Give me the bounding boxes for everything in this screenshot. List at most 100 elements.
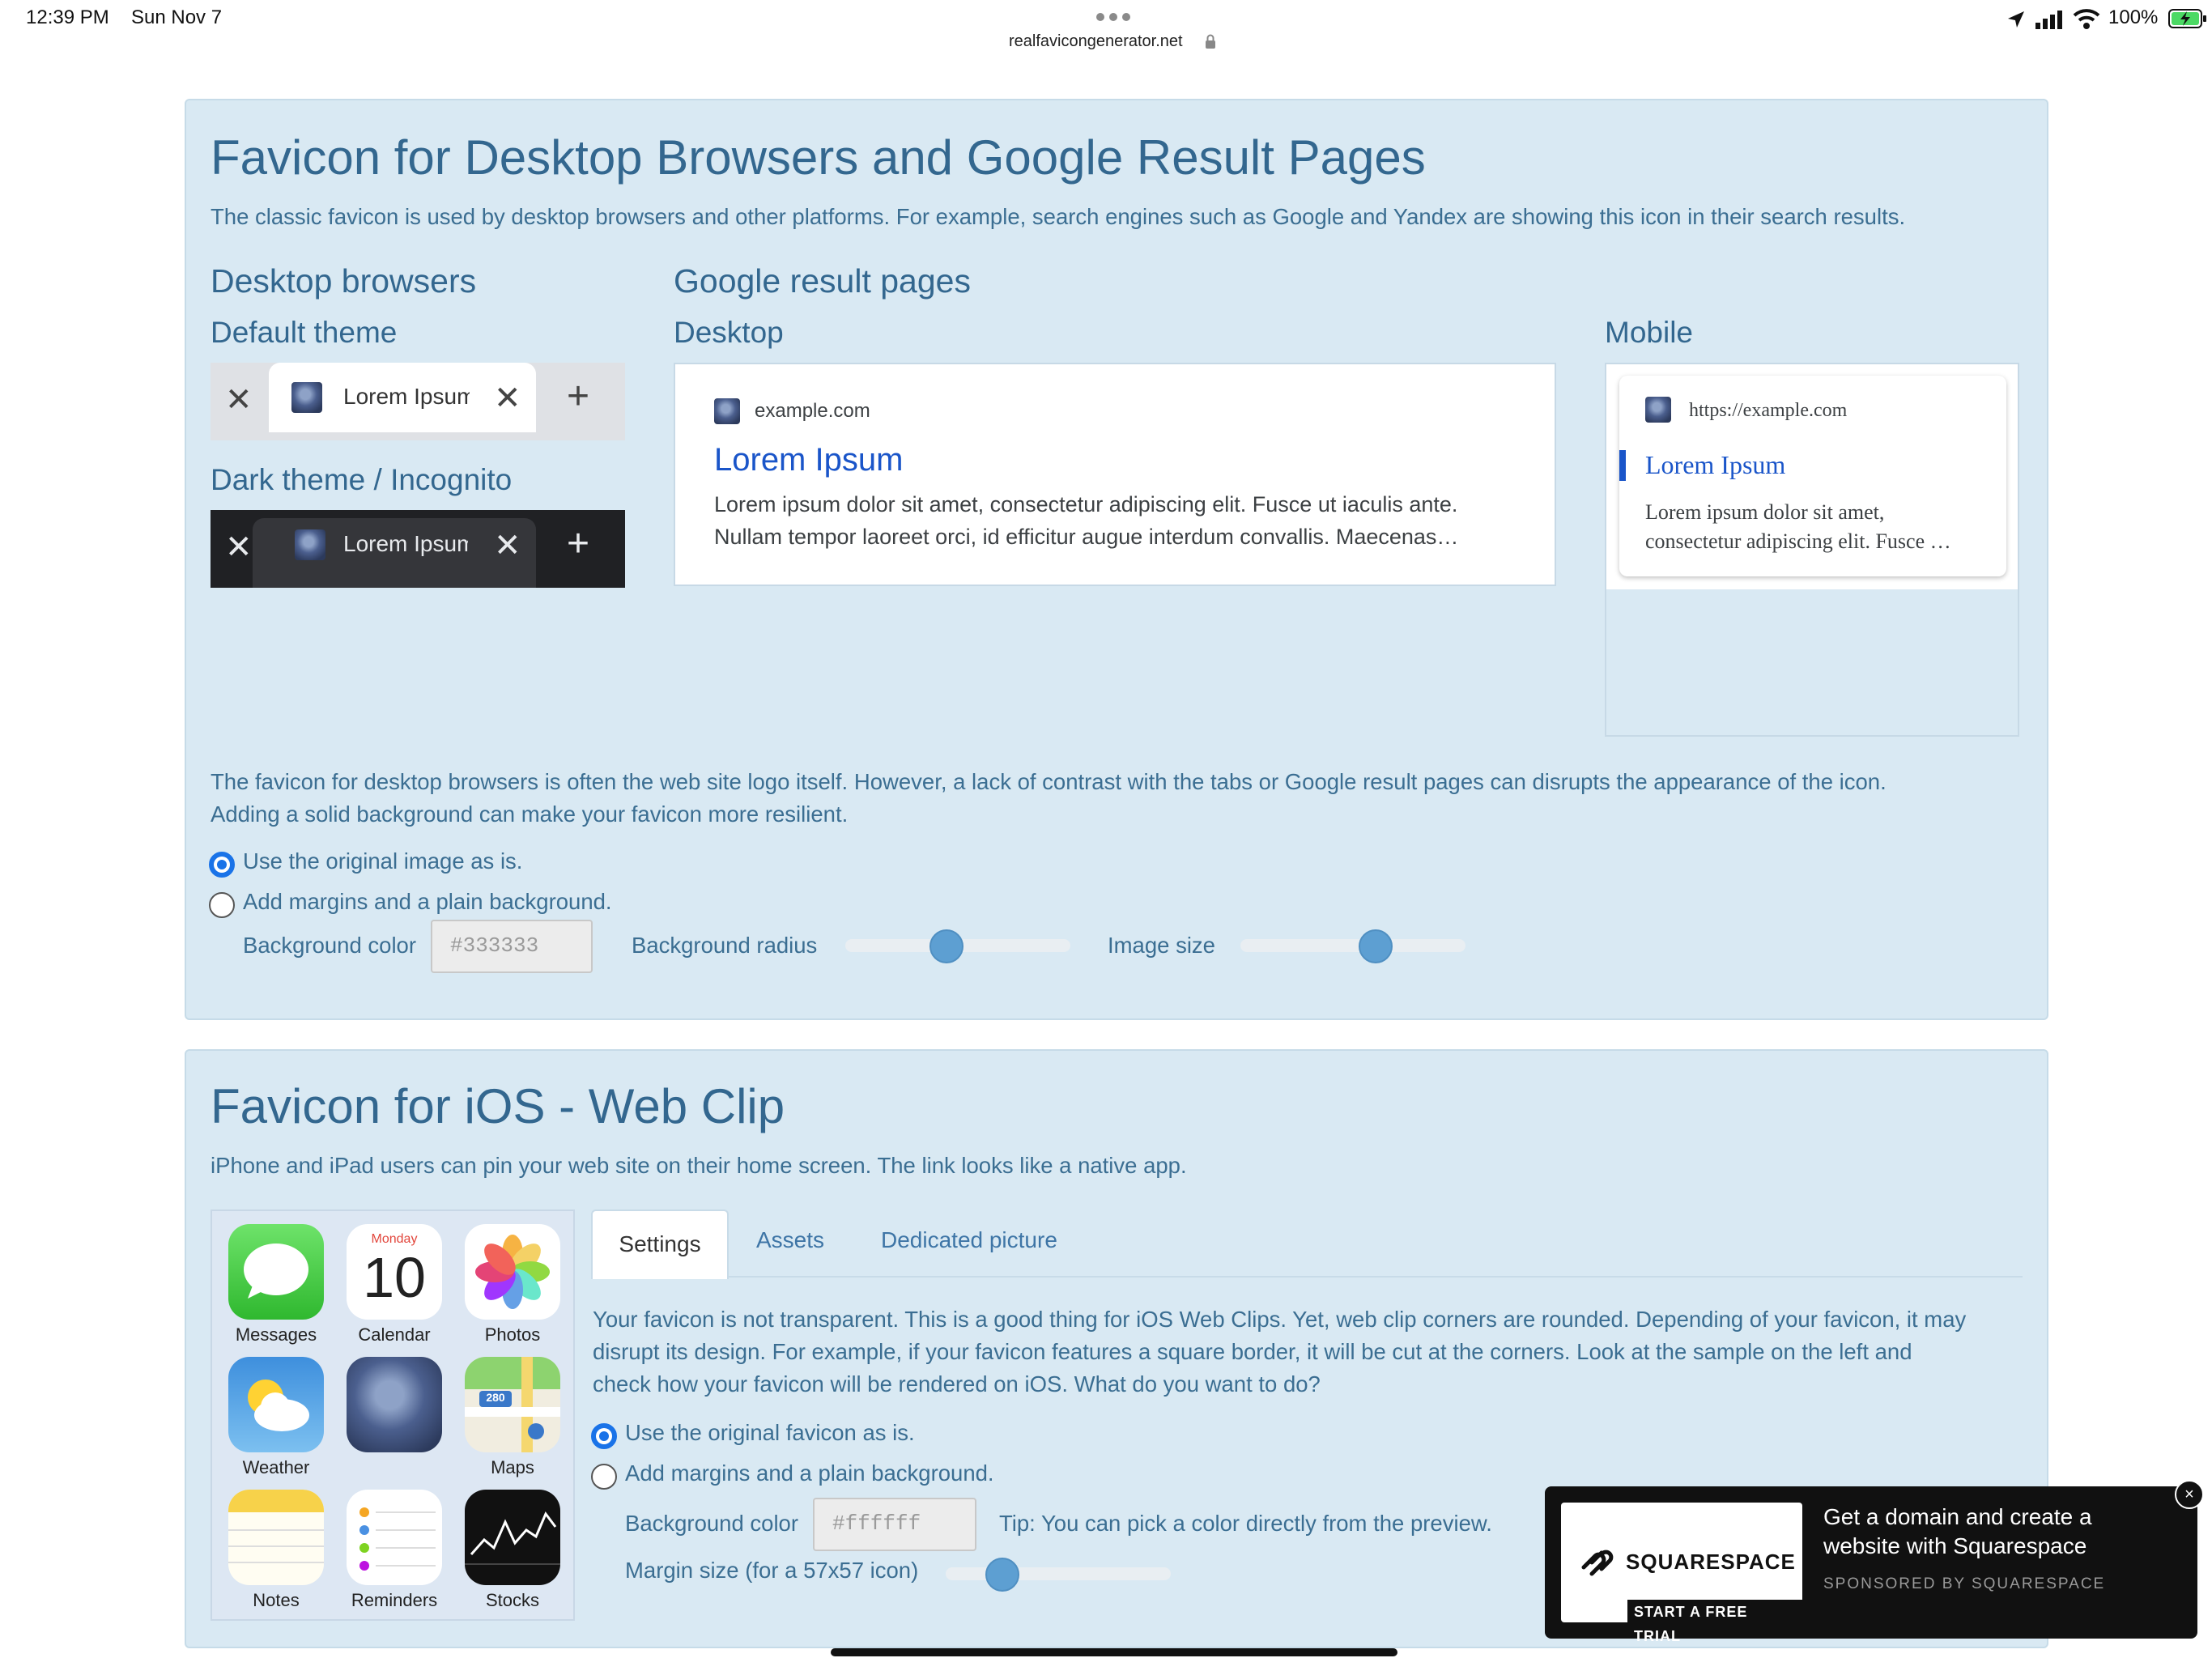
location-arrow-icon	[2006, 10, 2026, 29]
desktop-note-line2: Adding a solid background can make your …	[211, 801, 849, 827]
favicon-icon	[291, 382, 322, 413]
ios-bg-color-input[interactable]: #ffffff	[813, 1498, 976, 1551]
battery-charging-icon	[2168, 8, 2207, 29]
ios-info-line3: check how your favicon will be rendered …	[593, 1371, 1321, 1397]
mobile-result-url: https://example.com	[1689, 400, 1848, 421]
app-label: Stocks	[485, 1590, 540, 1610]
dark-theme-label: Dark theme / Incognito	[211, 463, 513, 496]
lock-icon	[1205, 34, 1216, 49]
messages-icon	[228, 1224, 324, 1320]
app-label: Notes	[253, 1590, 300, 1610]
close-icon[interactable]: ✕	[225, 384, 253, 416]
google-desktop-result-card: example.com Lorem Ipsum Lorem ipsum dolo…	[674, 363, 1556, 586]
squarespace-ad[interactable]: SQUARESPACE START A FREE TRIAL Get a dom…	[1545, 1486, 2197, 1644]
ad-logo-box: SQUARESPACE START A FREE TRIAL	[1561, 1503, 1802, 1644]
result-snippet-line1: Lorem ipsum dolor sit amet, consectetur …	[714, 492, 1458, 517]
option-original-label[interactable]: Use the original image as is.	[243, 845, 522, 878]
bg-color-input[interactable]: #333333	[431, 920, 593, 973]
highway-badge: 280	[486, 1391, 505, 1404]
desktop-section-title: Favicon for Desktop Browsers and Google …	[211, 130, 1426, 185]
bg-radius-label: Background radius	[632, 933, 818, 958]
ad-brand: SQUARESPACE	[1626, 1550, 1796, 1574]
ios-section-description: iPhone and iPad users can pin your web s…	[211, 1153, 1187, 1178]
app-label: Photos	[484, 1324, 541, 1345]
address-url[interactable]: realfavicongenerator.net	[1009, 32, 1183, 51]
favicon-app-icon	[347, 1357, 442, 1452]
desktop-browsers-heading: Desktop browsers	[211, 262, 477, 300]
bg-color-label: Background color	[243, 933, 417, 958]
maps-icon: 280	[465, 1357, 560, 1452]
ad-headline-line1: Get a domain and create a	[1823, 1504, 2092, 1529]
margin-size-slider-thumb[interactable]	[985, 1558, 1019, 1592]
new-tab-plus-icon[interactable]: +	[567, 525, 589, 563]
ios-tip-text: Tip: You can pick a color directly from …	[999, 1511, 1492, 1536]
radio-original-favicon[interactable]	[591, 1423, 617, 1449]
browser-tab[interactable]: Lorem Ipsum ✕	[269, 363, 536, 432]
image-size-slider-thumb[interactable]	[1358, 929, 1393, 963]
favicon-icon	[714, 398, 740, 424]
google-mobile-result-card: https://example.com Lorem Ipsum Lorem ip…	[1619, 376, 2006, 576]
image-size-label: Image size	[1108, 933, 1215, 958]
ios-info-line2: disrupt its design. For example, if your…	[593, 1339, 1912, 1364]
ios-home-screen-preview: Messages Monday 10 Calendar Photos Weath…	[211, 1209, 575, 1621]
ad-cta[interactable]: START A FREE TRIAL	[1627, 1600, 1802, 1644]
status-time: 12:39 PM	[26, 6, 109, 28]
radio-add-margins[interactable]	[209, 892, 235, 918]
mobile-result-title-link[interactable]: Lorem Ipsum	[1645, 450, 1785, 480]
app-label: Calendar	[358, 1324, 431, 1345]
tab-close-icon[interactable]: ✕	[494, 382, 521, 414]
weather-icon	[228, 1357, 324, 1452]
mobile-snippet-line2: consectetur adipiscing elit. Fusce …	[1645, 529, 1951, 553]
status-date: Sun Nov 7	[131, 6, 223, 28]
radio-add-margins-ios[interactable]	[591, 1464, 617, 1490]
ios-option-margins-label[interactable]: Add margins and a plain background.	[625, 1457, 994, 1490]
bg-radius-slider-thumb[interactable]	[929, 929, 964, 963]
tab-assets[interactable]: Assets	[756, 1227, 824, 1253]
squarespace-logo-icon	[1579, 1546, 1614, 1579]
new-tab-plus-icon[interactable]: +	[567, 377, 589, 416]
ios-bg-color-label: Background color	[625, 1511, 799, 1536]
stocks-icon	[465, 1490, 560, 1585]
ad-sponsor: SPONSORED BY SQUARESPACE	[1823, 1575, 2106, 1592]
browser-tab[interactable]: Lorem Ipsum ✕	[253, 518, 536, 588]
app-label: Weather	[242, 1457, 310, 1477]
favicon-icon	[295, 529, 325, 560]
default-theme-tab-preview: ✕ Lorem Ipsum ✕ +	[211, 363, 625, 440]
result-snippet-line2: Nullam tempor laoreet orci, id efficitur…	[714, 525, 1459, 549]
home-indicator[interactable]	[831, 1648, 1397, 1656]
mobile-snippet-line1: Lorem ipsum dolor sit amet,	[1645, 500, 1885, 524]
default-theme-label: Default theme	[211, 316, 398, 349]
margin-size-slider-track[interactable]	[946, 1567, 1171, 1580]
tab-settings[interactable]: Settings	[591, 1209, 729, 1279]
app-label: Maps	[491, 1457, 534, 1477]
multitasking-dots-icon[interactable]	[1095, 11, 1132, 23]
ios-info-line1: Your favicon is not transparent. This is…	[593, 1307, 1967, 1332]
tab-dedicated-picture[interactable]: Dedicated picture	[881, 1227, 1057, 1253]
app-label: Reminders	[351, 1590, 438, 1610]
battery-percent: 100%	[2108, 6, 2159, 28]
desktop-section-description: The classic favicon is used by desktop b…	[211, 204, 1906, 229]
google-results-heading: Google result pages	[674, 262, 971, 300]
result-title-link[interactable]: Lorem Ipsum	[714, 442, 903, 478]
app-label: Messages	[235, 1324, 317, 1345]
desktop-note-line1: The favicon for desktop browsers is ofte…	[211, 769, 1887, 794]
ios-section-title: Favicon for iOS - Web Clip	[211, 1079, 785, 1133]
google-mobile-label: Mobile	[1605, 316, 1693, 349]
ios-option-original-label[interactable]: Use the original favicon as is.	[625, 1417, 915, 1449]
wifi-icon	[2073, 8, 2100, 29]
image-size-slider-track[interactable]	[1240, 939, 1465, 952]
google-mobile-preview: https://example.com Lorem Ipsum Lorem ip…	[1605, 363, 2019, 737]
ad-close-icon[interactable]: ×	[2175, 1480, 2204, 1509]
calendar-day: 10	[363, 1246, 426, 1309]
radio-original-image[interactable]	[209, 852, 235, 878]
reminders-icon	[347, 1490, 442, 1585]
result-accent-bar	[1619, 450, 1626, 481]
ad-headline-line2: website with Squarespace	[1823, 1533, 2087, 1558]
tab-title: Lorem Ipsum	[343, 531, 468, 556]
google-desktop-label: Desktop	[674, 316, 784, 349]
option-margins-label[interactable]: Add margins and a plain background.	[243, 886, 612, 918]
tab-close-icon[interactable]: ✕	[494, 529, 521, 562]
calendar-icon: Monday 10	[347, 1224, 442, 1320]
close-icon[interactable]: ✕	[225, 531, 253, 563]
cellular-signal-icon	[2035, 10, 2063, 29]
